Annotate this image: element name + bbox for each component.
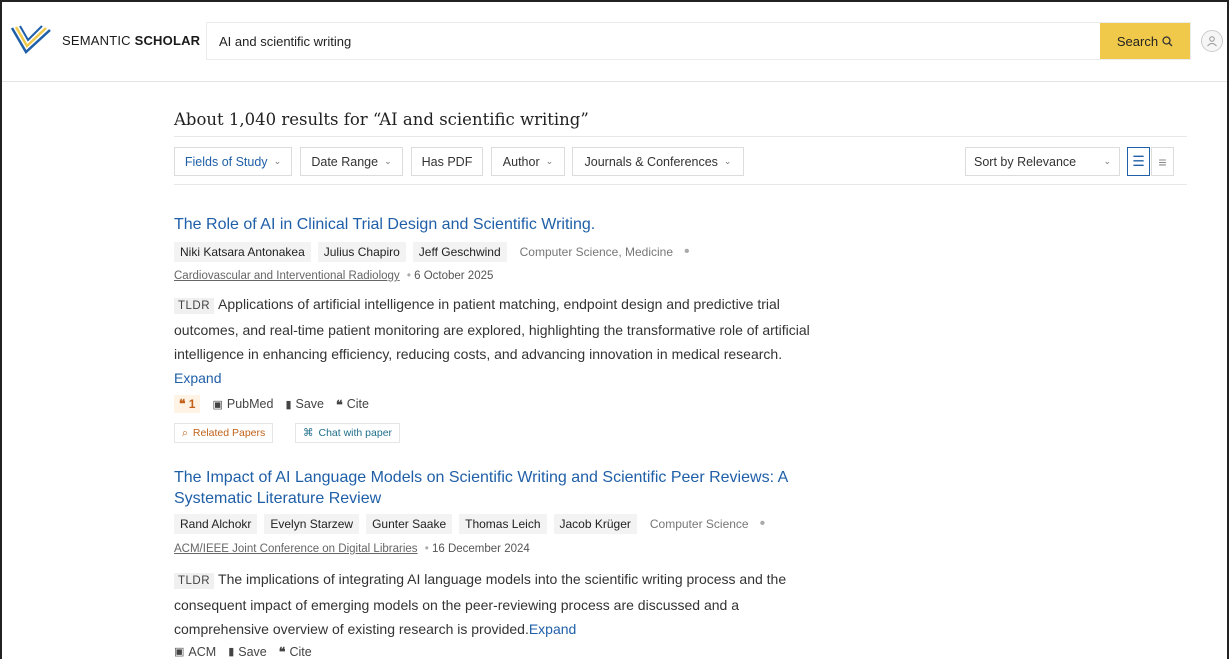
- list-view-icon: ☰: [1132, 153, 1145, 169]
- compact-view-button[interactable]: ≡: [1151, 147, 1174, 176]
- author-list: Niki Katsara Antonakea Julius Chapiro Je…: [174, 241, 690, 263]
- author-label: Author: [502, 154, 540, 169]
- related-papers-label: Related Papers: [192, 427, 266, 439]
- user-icon: [1207, 36, 1217, 47]
- tldr-badge: TLDR: [174, 298, 215, 314]
- paper-actions: ❝ 1 ▣ PubMed ▮ Save ❝ Cite: [174, 395, 369, 413]
- search-input[interactable]: [219, 23, 1089, 59]
- list-view-button[interactable]: ☰: [1127, 147, 1150, 176]
- chat-with-paper-button[interactable]: ⌘ Chat with paper: [295, 423, 401, 443]
- tldr-summary: TLDR The implications of integrating AI l…: [174, 567, 834, 641]
- author-chip[interactable]: Rand Alchokr: [174, 514, 258, 534]
- separator-dot: •: [424, 543, 429, 555]
- site-header: SEMANTIC SCHOLAR Search: [2, 2, 1227, 82]
- external-link-icon: ▣: [212, 398, 223, 411]
- sort-select[interactable]: Sort by Relevance ⌄: [965, 147, 1120, 176]
- acm-label: ACM: [188, 644, 217, 659]
- cite-label: Cite: [289, 644, 312, 659]
- paper-title-link[interactable]: The Role of AI in Clinical Trial Design …: [174, 214, 874, 235]
- author-chip[interactable]: Evelyn Starzew: [264, 514, 360, 534]
- author-filter[interactable]: Author ⌄: [491, 147, 565, 176]
- has-pdf-filter[interactable]: Has PDF: [411, 147, 483, 176]
- author-chip[interactable]: Thomas Leich: [459, 514, 547, 534]
- sort-label: Sort by Relevance: [974, 154, 1077, 169]
- pubmed-link[interactable]: ▣ PubMed: [212, 397, 273, 411]
- separator-dot: •: [684, 243, 690, 260]
- author-chip[interactable]: Gunter Saake: [366, 514, 453, 534]
- search-box: Search: [206, 22, 1191, 60]
- date-range-filter[interactable]: Date Range ⌄: [300, 147, 403, 176]
- author-chip[interactable]: Julius Chapiro: [317, 242, 406, 262]
- has-pdf-label: Has PDF: [421, 154, 473, 169]
- chat-with-paper-label: Chat with paper: [318, 427, 393, 439]
- search-icon: [1162, 35, 1173, 46]
- tldr-badge: TLDR: [174, 573, 215, 589]
- results-summary: About 1,040 results for “AI and scientif…: [174, 110, 589, 129]
- save-label: Save: [295, 397, 325, 411]
- fields-of-study-filter[interactable]: Fields of Study ⌄: [174, 147, 292, 176]
- fields-of-study: Computer Science, Medicine: [519, 245, 674, 259]
- acm-link[interactable]: ▣ ACM: [174, 645, 216, 659]
- pubmed-label: PubMed: [226, 397, 274, 411]
- venue-line: ACM/IEEE Joint Conference on Digital Lib…: [174, 543, 530, 555]
- paper-actions: ▣ ACM ▮ Save ❝ Cite: [174, 644, 312, 659]
- chat-icon: ⌘: [303, 427, 314, 439]
- author-list: Rand Alchokr Evelyn Starzew Gunter Saake…: [174, 513, 765, 535]
- citation-count[interactable]: ❝ 1: [174, 395, 201, 413]
- external-link-icon: ▣: [174, 646, 185, 658]
- save-button[interactable]: ▮ Save: [285, 397, 324, 411]
- bookmark-icon: ▮: [228, 646, 235, 658]
- author-chip[interactable]: Niki Katsara Antonakea: [174, 242, 311, 262]
- tldr-text: Applications of artificial intelligence …: [174, 296, 810, 362]
- save-button[interactable]: ▮ Save: [228, 645, 267, 659]
- chevron-down-icon: ⌄: [723, 156, 732, 166]
- compact-view-icon: ≡: [1158, 153, 1167, 170]
- fields-of-study-label: Fields of Study: [184, 154, 268, 169]
- author-chip[interactable]: Jeff Geschwind: [412, 242, 507, 262]
- tldr-summary: TLDR Applications of artificial intellige…: [174, 292, 834, 390]
- filter-bar: Fields of Study ⌄ Date Range ⌄ Has PDF A…: [174, 136, 1187, 185]
- separator-dot: •: [759, 515, 766, 532]
- date-range-label: Date Range: [311, 154, 379, 169]
- semantic-scholar-logo-icon[interactable]: [10, 24, 52, 56]
- quote-icon: ❝: [278, 645, 286, 659]
- brand-light: SEMANTIC: [62, 33, 135, 48]
- save-label: Save: [238, 644, 267, 659]
- fields-of-study: Computer Science: [649, 517, 749, 531]
- separator-dot: •: [406, 270, 411, 282]
- search-button[interactable]: Search: [1100, 23, 1190, 59]
- bookmark-icon: ▮: [285, 398, 292, 411]
- citation-count-value: 1: [188, 397, 196, 411]
- chevron-down-icon: ⌄: [545, 156, 554, 166]
- journals-conferences-filter[interactable]: Journals & Conferences ⌄: [572, 147, 744, 176]
- expand-link[interactable]: Expand: [529, 621, 576, 637]
- publication-date: 6 October 2025: [414, 270, 494, 282]
- search-button-label: Search: [1116, 33, 1159, 49]
- search-icon: ⌕: [182, 426, 188, 439]
- cite-button[interactable]: ❝ Cite: [279, 644, 312, 659]
- brand-name[interactable]: SEMANTIC SCHOLAR: [62, 33, 200, 48]
- author-chip[interactable]: Jacob Krüger: [553, 514, 637, 534]
- journals-conferences-label: Journals & Conferences: [584, 154, 718, 169]
- venue-line: Cardiovascular and Interventional Radiol…: [174, 270, 493, 282]
- quote-icon: ❝: [336, 397, 343, 412]
- browser-frame: SEMANTIC SCHOLAR Search About 1,040 resu…: [0, 0, 1229, 659]
- publication-date: 16 December 2024: [431, 543, 530, 555]
- paper-title-link[interactable]: The Impact of AI Language Models on Scie…: [174, 467, 834, 509]
- cite-button[interactable]: ❝ Cite: [336, 397, 369, 412]
- chevron-down-icon: ⌄: [273, 156, 282, 166]
- tldr-text: The implications of integrating AI langu…: [174, 571, 787, 637]
- expand-link[interactable]: Expand: [174, 370, 221, 386]
- chevron-down-icon: ⌄: [1103, 156, 1111, 166]
- related-papers-button[interactable]: ⌕ Related Papers: [174, 423, 274, 443]
- venue-link[interactable]: ACM/IEEE Joint Conference on Digital Lib…: [174, 543, 418, 555]
- venue-link[interactable]: Cardiovascular and Interventional Radiol…: [174, 270, 400, 282]
- chevron-down-icon: ⌄: [384, 156, 392, 166]
- brand-bold: SCHOLAR: [134, 33, 201, 48]
- cite-label: Cite: [346, 397, 369, 411]
- user-account-button[interactable]: [1201, 30, 1223, 52]
